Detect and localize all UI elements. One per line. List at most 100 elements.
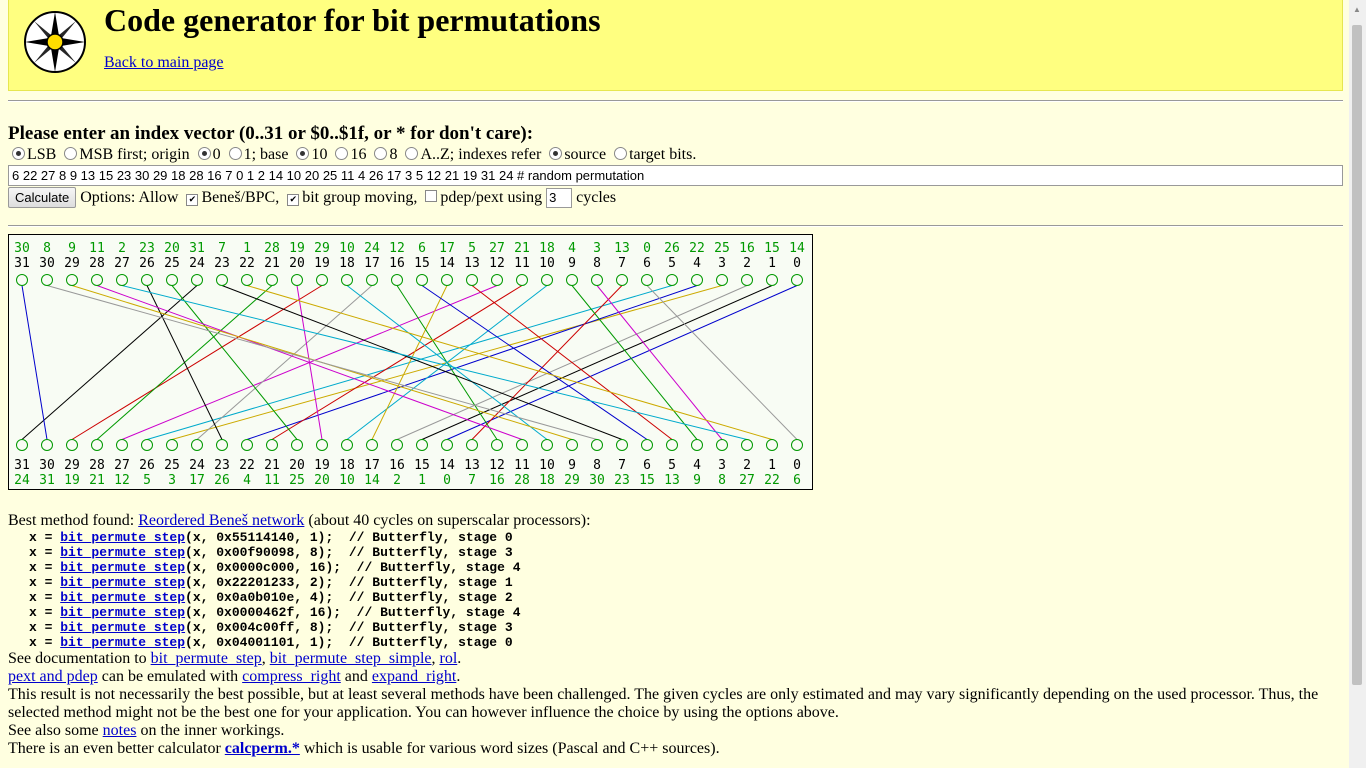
code-args: (x, 0x0000462f, 16); // Butterfly, stage… xyxy=(185,605,521,620)
bit-permute-step-link[interactable]: bit_permute_step xyxy=(60,560,185,575)
notes-link[interactable]: notes xyxy=(103,722,137,739)
bottom-bit-position-label: 16 xyxy=(389,458,405,473)
radio-target[interactable] xyxy=(614,147,628,160)
doc-link-bit-permute-step[interactable]: bit_permute_step xyxy=(151,650,262,667)
calcperm-link[interactable]: calcperm.* xyxy=(225,740,300,757)
source-index-label: 0 xyxy=(643,241,651,256)
expand-right-link[interactable]: expand_right xyxy=(372,668,456,685)
bit-permute-step-link[interactable]: bit_permute_step xyxy=(60,590,185,605)
bottom-bit-position-label: 22 xyxy=(239,458,255,473)
target-index-label: 16 xyxy=(489,473,505,488)
best-method-suffix: (about 40 cycles on superscalar processo… xyxy=(308,512,591,529)
bit-permute-step-link[interactable]: bit_permute_step xyxy=(60,635,185,650)
bottom-bit-position-label: 20 xyxy=(289,458,305,473)
results-section: Best method found: Reordered Beneš netwo… xyxy=(8,512,1338,758)
code-prefix: x = xyxy=(29,590,61,605)
bit-permute-step-link[interactable]: bit_permute_step xyxy=(60,575,185,590)
top-bit-position-label: 19 xyxy=(314,256,330,271)
best-method-prefix: Best method found: xyxy=(8,512,135,529)
radio-lsb[interactable] xyxy=(12,147,25,160)
bottom-bit-position-label: 29 xyxy=(64,458,80,473)
index-vector-input[interactable]: 6 22 27 8 9 13 15 23 30 29 18 28 16 7 0 … xyxy=(8,165,1343,186)
notes-prefix: See also some xyxy=(8,722,99,739)
radio-base-az[interactable] xyxy=(405,147,419,160)
top-bit-position-label: 3 xyxy=(718,256,726,271)
source-index-label: 12 xyxy=(389,241,405,256)
reordered-benes-link[interactable]: Reordered Beneš network xyxy=(138,512,304,529)
bit-permute-step-link[interactable]: bit_permute_step xyxy=(60,620,185,635)
radio-lsb-label: LSB xyxy=(27,146,57,163)
top-bit-position-label: 12 xyxy=(489,256,505,271)
checkbox-pdep[interactable] xyxy=(425,190,438,202)
source-index-label: 11 xyxy=(89,241,105,256)
calculate-row: Calculate Options: Allow ✔ Beneš/BPC, ✔ bi… xyxy=(8,187,616,209)
radio-base-16[interactable] xyxy=(335,147,349,160)
target-index-label: 29 xyxy=(564,473,580,488)
top-bit-position-label: 16 xyxy=(389,256,405,271)
source-label: source xyxy=(564,146,607,163)
radio-origin-1[interactable] xyxy=(228,147,242,160)
top-bit-position-label: 1 xyxy=(768,256,776,271)
target-index-label: 0 xyxy=(443,473,451,488)
source-index-label: 21 xyxy=(514,241,530,256)
bottom-bit-position-label: 21 xyxy=(264,458,280,473)
cycles-input[interactable]: 3 xyxy=(546,188,573,209)
checkbox-benes[interactable]: ✔ xyxy=(186,194,199,206)
bottom-bit-position-label: 30 xyxy=(39,458,55,473)
code-line: x = bit_permute_step(x, 0x00f90098, 8); … xyxy=(29,545,1338,560)
scroll-up-icon[interactable]: ▲ xyxy=(1353,5,1361,14)
code-args: (x, 0x00f90098, 8); // Butterfly, stage … xyxy=(185,545,513,560)
disclaimer-text: This result is not necessarily the best … xyxy=(8,686,1319,721)
radio-origin-0[interactable] xyxy=(197,147,211,160)
doc-link-rol[interactable]: rol xyxy=(439,650,457,667)
source-index-label: 22 xyxy=(689,241,705,256)
target-index-label: 13 xyxy=(664,473,680,488)
notes-suffix: on the inner workings. xyxy=(140,722,285,739)
source-index-label: 24 xyxy=(364,241,380,256)
bottom-bit-position-label: 19 xyxy=(314,458,330,473)
code-args: (x, 0x0a0b010e, 4); // Butterfly, stage … xyxy=(185,590,513,605)
top-bit-position-label: 23 xyxy=(214,256,230,271)
scrollbar-thumb[interactable] xyxy=(1352,25,1362,685)
target-index-label: 28 xyxy=(514,473,530,488)
compress-right-link[interactable]: compress_right xyxy=(242,668,341,685)
source-index-label: 25 xyxy=(714,241,730,256)
bottom-bit-position-label: 2 xyxy=(743,458,751,473)
radio-msb-first[interactable] xyxy=(64,147,78,160)
indexes-label: ; indexes refer xyxy=(449,146,542,163)
back-to-main-link[interactable]: Back to main page xyxy=(104,54,224,72)
source-index-label: 31 xyxy=(189,241,205,256)
code-prefix: x = xyxy=(29,530,61,545)
top-bit-position-label: 4 xyxy=(693,256,701,271)
source-index-label: 3 xyxy=(593,241,601,256)
radio-source[interactable] xyxy=(549,147,563,160)
page-title: Code generator for bit permutations xyxy=(104,2,601,38)
vertical-scrollbar[interactable]: ▲ xyxy=(1349,0,1366,768)
top-bit-position-label: 17 xyxy=(364,256,380,271)
pext-line: pext and pdep can be emulated with compr… xyxy=(8,668,461,685)
code-args: (x, 0x0000c000, 16); // Butterfly, stage… xyxy=(185,560,521,575)
top-bit-position-label: 30 xyxy=(39,256,55,271)
pext-pdep-link[interactable]: pext and pdep xyxy=(8,668,98,685)
bottom-bit-position-label: 5 xyxy=(668,458,676,473)
source-index-label: 5 xyxy=(468,241,476,256)
bit-permute-step-link[interactable]: bit_permute_step xyxy=(60,545,185,560)
bottom-bit-position-label: 27 xyxy=(114,458,130,473)
doc-link-bit-permute-step-simple[interactable]: bit_permute_step_simple xyxy=(270,650,432,667)
code-prefix: x = xyxy=(29,605,61,620)
radio-base-10[interactable] xyxy=(296,147,310,160)
source-index-label: 26 xyxy=(664,241,680,256)
bottom-bit-position-label: 26 xyxy=(139,458,155,473)
top-bit-position-label: 21 xyxy=(264,256,280,271)
target-index-label: 1 xyxy=(418,473,426,488)
bit-permute-step-link[interactable]: bit_permute_step xyxy=(60,605,185,620)
bit-permute-step-link[interactable]: bit_permute_step xyxy=(60,530,185,545)
bottom-bit-position-label: 18 xyxy=(339,458,355,473)
checkbox-bit-group[interactable]: ✔ xyxy=(287,194,300,206)
target-index-label: 2 xyxy=(393,473,401,488)
code-prefix: x = xyxy=(29,545,61,560)
calculate-button[interactable]: Calculate xyxy=(8,187,77,208)
radio-base-8[interactable] xyxy=(374,147,388,160)
target-index-label: 18 xyxy=(539,473,555,488)
top-bit-position-label: 15 xyxy=(414,256,430,271)
